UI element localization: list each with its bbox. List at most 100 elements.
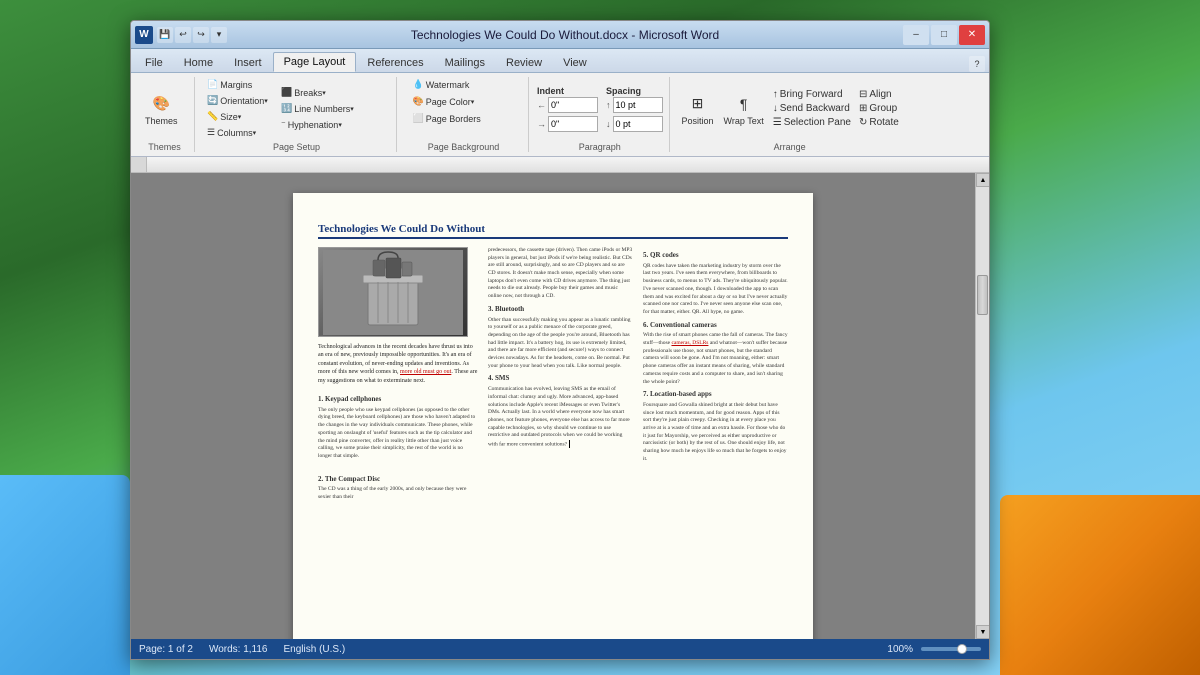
selection-pane-button[interactable]: ☰ Selection Pane [770,116,854,129]
page-setup-group-label: Page Setup [203,142,390,152]
align-button[interactable]: ⊟ Align [856,88,902,101]
bring-forward-button[interactable]: ↑ Bring Forward [770,88,854,101]
columns-button[interactable]: ☰ Columns ▾ [203,125,273,140]
word-count-status: Words: 1,116 [209,644,268,655]
page-setup-group-content: 📄 Margins 🔄 Orientation ▾ 📏 Size ▾ [203,77,390,140]
tab-references[interactable]: References [357,54,433,72]
position-button[interactable]: ⊞ Position [678,90,718,128]
watermark-button[interactable]: 💧 Watermark [409,77,519,92]
language-status: English (U.S.) [284,644,346,655]
tab-review[interactable]: Review [496,54,552,72]
send-backward-button[interactable]: ↓ Send Backward [770,102,854,115]
redo-qa-button[interactable]: ↪ [193,27,209,43]
section-5-text: QR codes have taken the marketing indust… [643,263,788,317]
indent-left-spinbox[interactable]: 0" [548,97,598,113]
section-4-title: 4. SMS [488,374,633,384]
desktop-decoration-right [1000,495,1200,675]
section-1-text: The only people who use keypad cellphone… [318,407,478,461]
electronics-image [323,250,463,335]
minimize-button[interactable]: – [903,25,929,45]
page-setup-right-col: ⬛ Breaks ▾ 🔢 Line Numbers ▾ ⁻ Hyphenatio… [277,85,358,132]
undo-qa-button[interactable]: ↩ [175,27,191,43]
ribbon-group-page-bg: 💧 Watermark 🎨 Page Color ▾ ⬜ Page Border… [399,77,529,152]
tab-file[interactable]: File [135,54,173,72]
page-color-button[interactable]: 🎨 Page Color ▾ [409,94,519,109]
group-button[interactable]: ⊞ Group [856,102,902,115]
section-6-text: With the rise of smart phones came the f… [643,332,788,386]
page-bg-group-content: 💧 Watermark 🎨 Page Color ▾ ⬜ Page Border… [405,77,522,140]
horizontal-ruler [147,157,989,173]
doc-column-3: 5. QR codes QR codes have taken the mark… [643,247,788,506]
ruler-corner [131,157,147,173]
main-area: Technologies We Could Do Without [131,173,989,639]
zoom-thumb[interactable] [957,644,967,654]
section-5-title: 5. QR codes [643,251,788,261]
document-area[interactable]: Technologies We Could Do Without [131,173,975,639]
doc-column-1: Technological advances in the recent dec… [318,247,478,506]
word-window: W 💾 ↩ ↪ ▾ Technologies We Could Do Witho… [130,20,990,660]
scroll-track[interactable] [976,187,989,625]
indent-label: Indent [537,86,598,96]
maximize-button[interactable]: □ [931,25,957,45]
document-content: Technological advances in the recent dec… [318,247,788,506]
zoom-slider[interactable] [921,647,981,651]
col2-continuation: predecessors, the cassette tape (driven)… [488,247,633,301]
tab-view[interactable]: View [553,54,597,72]
themes-group-content: 🎨 Themes [141,77,188,140]
section-2: 2. The Compact Disc The CD was a thing o… [318,471,478,506]
save-qa-button[interactable]: 💾 [157,27,173,43]
rotate-button[interactable]: ↻ Rotate [856,116,902,129]
themes-icon: 🎨 [149,92,173,116]
scroll-up-button[interactable]: ▲ [976,173,989,187]
wrap-text-icon: ¶ [732,92,756,116]
ribbon-tabs: File Home Insert Page Layout References … [131,49,989,73]
window-title: Technologies We Could Do Without.docx - … [227,28,903,42]
wrap-text-button[interactable]: ¶ Wrap Text [720,90,768,128]
section-6-title: 6. Conventional cameras [643,321,788,331]
spacing-after-spinbox[interactable]: 0 pt [613,116,663,132]
tab-home[interactable]: Home [174,54,223,72]
hyphenation-button[interactable]: ⁻ Hyphenation ▾ [277,117,358,132]
doc-column-2: predecessors, the cassette tape (driven)… [488,247,633,506]
document-title: Technologies We Could Do Without [318,223,788,239]
status-bar: Page: 1 of 2 Words: 1,116 English (U.S.)… [131,639,989,659]
tab-mailings[interactable]: Mailings [435,54,495,72]
status-bar-right: 100% [887,644,981,655]
section-3-text: Other than successfully making you appea… [488,317,633,371]
section-1-title: 1. Keypad cellphones [318,395,478,405]
customize-qa-button[interactable]: ▾ [211,27,227,43]
arrange-group-label: Arrange [678,142,902,152]
spacing-before-spinbox[interactable]: 10 pt [613,97,663,113]
arrange-group-content: ⊞ Position ¶ Wrap Text ↑ Bring Forward ↓… [678,77,902,140]
themes-button[interactable]: 🎨 Themes [141,90,182,128]
section-7-text: Foursquare and Gowalla shined bright at … [643,402,788,464]
scroll-down-button[interactable]: ▼ [976,625,989,639]
section-2-text: The CD was a thing of the early 2000s, a… [318,486,478,501]
ribbon-group-page-setup: 📄 Margins 🔄 Orientation ▾ 📏 Size ▾ [197,77,397,152]
title-bar: W 💾 ↩ ↪ ▾ Technologies We Could Do Witho… [131,21,989,49]
close-button[interactable]: ✕ [959,25,985,45]
page-setup-left-col: 📄 Margins 🔄 Orientation ▾ 📏 Size ▾ [203,77,273,140]
margins-button[interactable]: 📄 Margins [203,77,273,92]
help-icon[interactable]: ? [969,56,985,72]
vertical-scrollbar[interactable]: ▲ ▼ [975,173,989,639]
ribbon-tab-right: ? [969,56,989,72]
tab-page-layout[interactable]: Page Layout [273,52,357,72]
section-1: 1. Keypad cellphones The only people who… [318,391,478,465]
breaks-button[interactable]: ⬛ Breaks ▾ [277,85,358,100]
page-borders-button[interactable]: ⬜ Page Borders [409,111,519,126]
tab-insert[interactable]: Insert [224,54,272,72]
scroll-thumb[interactable] [977,275,988,315]
position-icon: ⊞ [686,92,710,116]
indent-right-spinbox[interactable]: 0" [548,116,598,132]
section-3-title: 3. Bluetooth [488,305,633,315]
doc-image [318,247,468,337]
ribbon-group-paragraph: Indent ← 0" → 0" Spacing [531,77,670,152]
orientation-button[interactable]: 🔄 Orientation ▾ [203,93,273,108]
size-button[interactable]: 📏 Size ▾ [203,109,273,124]
window-controls: – □ ✕ [903,25,985,45]
line-numbers-button[interactable]: 🔢 Line Numbers ▾ [277,101,358,116]
ribbon-content: 🎨 Themes Themes 📄 Margins 🔄 Orientation [131,73,989,157]
desktop-decoration-left [0,475,130,675]
arrange-right-col2: ⊟ Align ⊞ Group ↻ Rotate [856,88,902,129]
